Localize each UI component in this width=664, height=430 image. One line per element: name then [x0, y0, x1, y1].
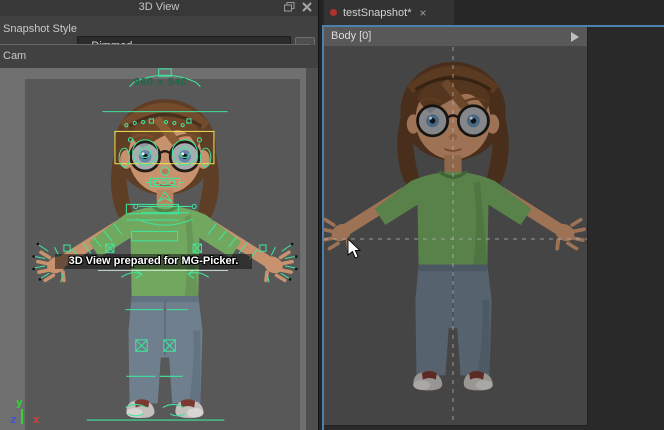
resolution-gate-text: 960 x 540 [25, 77, 297, 88]
cam-label: Cam [3, 50, 26, 62]
close-icon[interactable] [302, 2, 312, 12]
tab-close-icon[interactable]: × [420, 6, 427, 20]
snapshot-editor-panel: testSnapshot* × Body [0] [322, 0, 664, 430]
3d-viewport[interactable]: 960 x 540 3D View prepared for MG-Picker… [0, 68, 318, 430]
tab-testsnapshot[interactable]: testSnapshot* × [324, 0, 454, 25]
play-icon[interactable] [571, 32, 579, 42]
snapshot-view[interactable]: Body [0] [324, 27, 588, 426]
float-window-icon[interactable] [284, 2, 295, 12]
right-viewport-canvas[interactable] [324, 47, 587, 425]
app-window: 3D View Snapshot Style ~Dimmed .. Cam [0, 0, 664, 430]
viewport-banner-text: 3D View prepared for MG-Picker. [55, 254, 252, 269]
character-model-dimmed [324, 62, 584, 391]
axis-z-label: z [10, 413, 17, 426]
snapshot-panel-focused: Body [0] [322, 25, 664, 430]
viewport-edge-gutter [306, 68, 318, 430]
banner-underline [98, 270, 228, 271]
left-viewport-canvas[interactable] [0, 68, 318, 430]
tab-bar: testSnapshot* × [322, 0, 664, 25]
axis-y-label: y [16, 396, 23, 409]
axis-x-label: x [33, 413, 40, 426]
snapshot-canvas[interactable] [324, 47, 587, 425]
body-group-header[interactable]: Body [0] [324, 27, 587, 47]
modified-dot-icon [330, 9, 337, 16]
body-group-label: Body [0] [331, 30, 371, 42]
panel-title: 3D View [0, 1, 318, 13]
mouse-cursor-icon [348, 239, 360, 258]
tab-label: testSnapshot* [343, 7, 412, 19]
snapshot-style-label: Snapshot Style [3, 23, 77, 35]
axis-y-line [21, 409, 23, 424]
cam-row: Cam front [0, 45, 318, 68]
3d-view-panel: 3D View Snapshot Style ~Dimmed .. Cam [0, 0, 319, 430]
snapshot-style-row: Snapshot Style ~Dimmed .. [0, 16, 318, 44]
3d-view-titlebar[interactable]: 3D View [0, 0, 318, 16]
